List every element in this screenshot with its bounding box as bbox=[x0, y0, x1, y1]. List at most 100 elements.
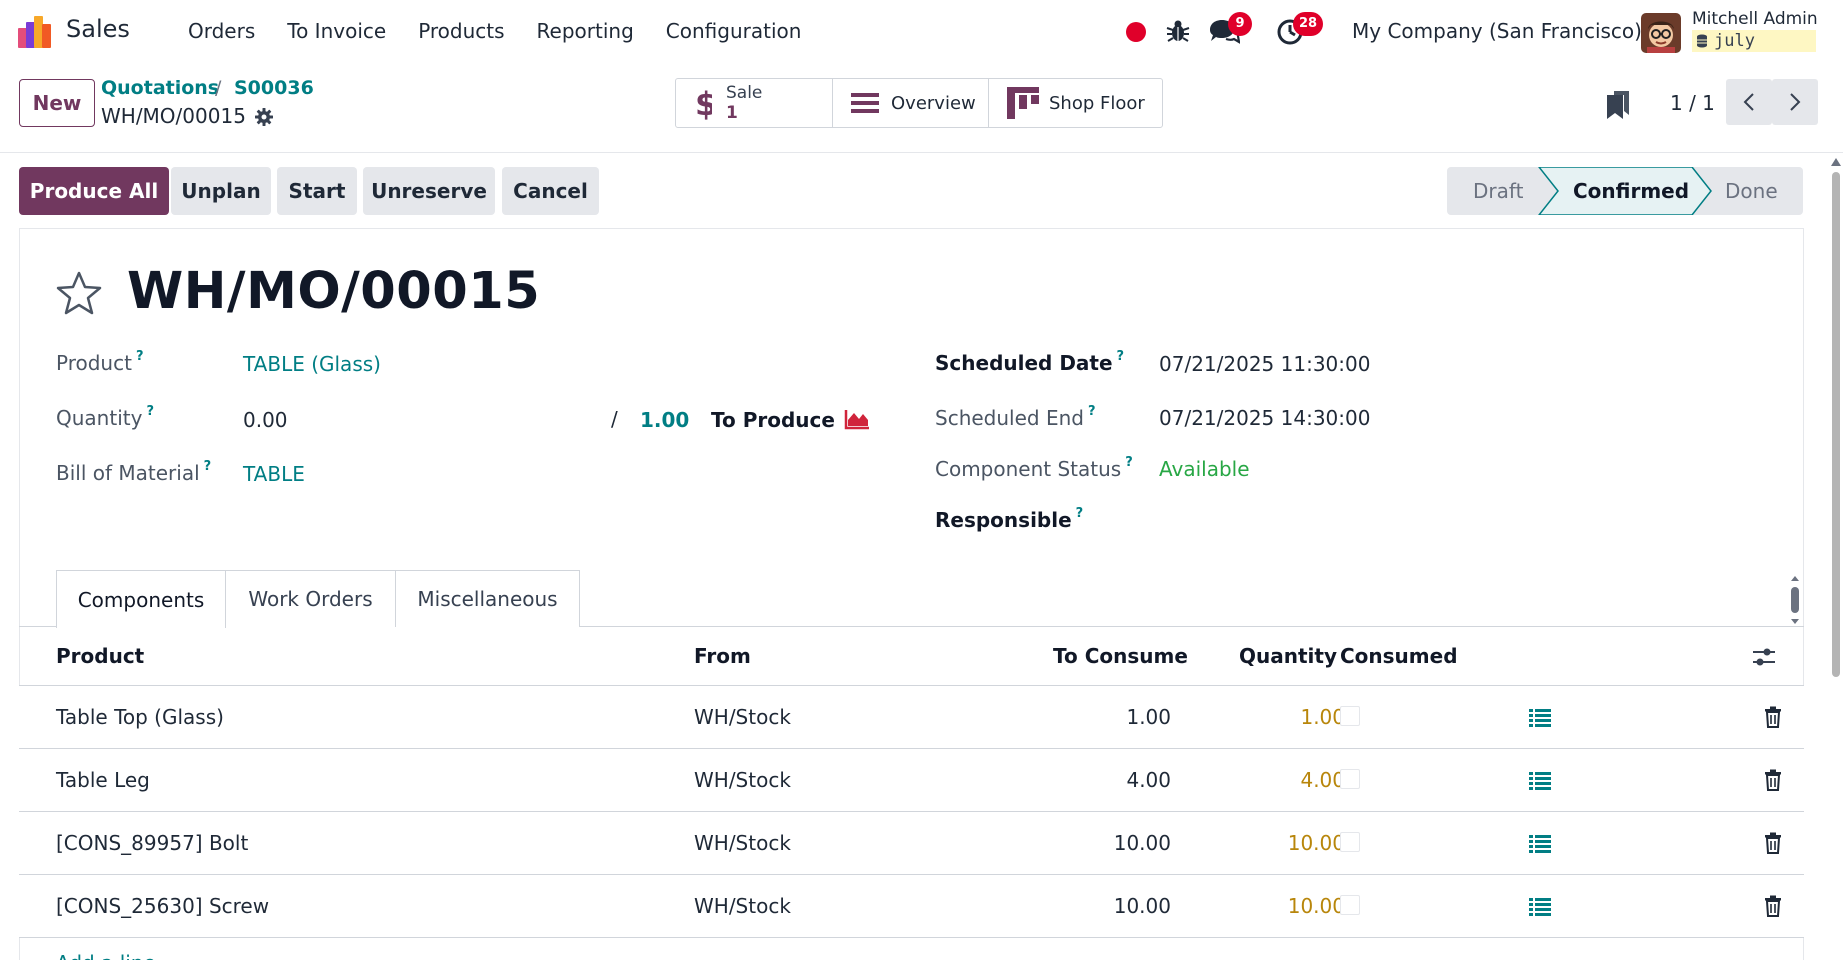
row-consumed-checkbox[interactable] bbox=[1340, 895, 1360, 915]
col-quantity[interactable]: Quantity bbox=[1239, 644, 1337, 668]
pager-value[interactable]: 1 / 1 bbox=[1670, 91, 1715, 115]
bom-field[interactable]: TABLE bbox=[243, 462, 305, 486]
start-button[interactable]: Start bbox=[277, 167, 357, 215]
user-name[interactable]: Mitchell Admin bbox=[1692, 9, 1818, 29]
tab-work-orders[interactable]: Work Orders bbox=[226, 570, 396, 627]
row-consumed-checkbox[interactable] bbox=[1340, 832, 1360, 852]
detailed-operations-icon[interactable] bbox=[1529, 835, 1551, 853]
gear-icon[interactable] bbox=[254, 107, 274, 127]
row-consumed-checkbox[interactable] bbox=[1340, 769, 1360, 789]
delete-trash-icon[interactable] bbox=[1764, 832, 1782, 854]
row-to-consume[interactable]: 10.00 bbox=[1114, 831, 1171, 855]
menu-reporting[interactable]: Reporting bbox=[537, 19, 634, 43]
help-tooltip-icon[interactable]: ? bbox=[136, 349, 144, 364]
quantity-label: Quantity? bbox=[56, 404, 154, 430]
table-row[interactable]: Table Top (Glass) WH/Stock 1.00 1.00 bbox=[19, 686, 1804, 749]
cancel-button[interactable]: Cancel bbox=[502, 167, 599, 215]
unreserve-button[interactable]: Unreserve bbox=[363, 167, 495, 215]
row-from[interactable]: WH/Stock bbox=[694, 705, 791, 729]
table-row[interactable]: [CONS_89957] Bolt WH/Stock 10.00 10.00 bbox=[19, 812, 1804, 875]
help-tooltip-icon[interactable]: ? bbox=[1088, 404, 1096, 419]
row-product[interactable]: Table Leg bbox=[56, 768, 150, 792]
pager-next-button[interactable] bbox=[1772, 79, 1818, 125]
pager-previous-button[interactable] bbox=[1726, 79, 1772, 125]
detailed-operations-icon[interactable] bbox=[1529, 898, 1551, 916]
row-from[interactable]: WH/Stock bbox=[694, 894, 791, 918]
help-tooltip-icon[interactable]: ? bbox=[146, 404, 154, 419]
scheduled-date-field[interactable]: 07/21/2025 11:30:00 bbox=[1159, 352, 1370, 376]
row-from[interactable]: WH/Stock bbox=[694, 831, 791, 855]
row-product[interactable]: [CONS_25630] Screw bbox=[56, 894, 269, 918]
user-avatar[interactable] bbox=[1641, 13, 1681, 53]
col-consumed[interactable]: Consumed bbox=[1340, 644, 1458, 668]
recording-indicator-icon[interactable] bbox=[1126, 22, 1146, 42]
tabs-scrollbar[interactable] bbox=[1788, 575, 1802, 625]
delete-trash-icon[interactable] bbox=[1764, 706, 1782, 728]
database-name: july bbox=[1714, 31, 1755, 51]
breadcrumb-quotations[interactable]: Quotations bbox=[101, 77, 219, 99]
company-switcher[interactable]: My Company (San Francisco) bbox=[1352, 19, 1642, 43]
area-chart-icon[interactable] bbox=[844, 408, 870, 430]
scheduled-end-label: Scheduled End? bbox=[935, 404, 1096, 430]
optional-columns-icon[interactable] bbox=[1752, 646, 1776, 668]
menu-products[interactable]: Products bbox=[418, 19, 504, 43]
table-row[interactable]: Table Leg WH/Stock 4.00 4.00 bbox=[19, 749, 1804, 812]
unplan-button[interactable]: Unplan bbox=[171, 167, 271, 215]
col-to-consume[interactable]: To Consume bbox=[1053, 644, 1188, 668]
col-product[interactable]: Product bbox=[56, 644, 144, 668]
row-quantity[interactable]: 1.00 bbox=[1300, 705, 1345, 729]
app-name[interactable]: Sales bbox=[66, 15, 130, 43]
help-tooltip-icon[interactable]: ? bbox=[1125, 455, 1133, 470]
row-quantity[interactable]: 4.00 bbox=[1300, 768, 1345, 792]
menu-configuration[interactable]: Configuration bbox=[666, 19, 802, 43]
status-confirmed[interactable]: Confirmed bbox=[1573, 167, 1689, 215]
help-tooltip-icon[interactable]: ? bbox=[1076, 506, 1084, 521]
menu-to-invoice[interactable]: To Invoice bbox=[287, 19, 386, 43]
component-status-label: Component Status? bbox=[935, 455, 1133, 481]
row-consumed-checkbox[interactable] bbox=[1340, 706, 1360, 726]
row-to-consume[interactable]: 1.00 bbox=[1126, 705, 1171, 729]
messages-count-badge: 9 bbox=[1228, 12, 1252, 36]
new-button[interactable]: New bbox=[19, 79, 95, 127]
status-draft[interactable]: Draft bbox=[1473, 167, 1523, 215]
tab-miscellaneous[interactable]: Miscellaneous bbox=[396, 570, 580, 627]
col-from[interactable]: From bbox=[694, 644, 751, 668]
row-quantity[interactable]: 10.00 bbox=[1288, 831, 1345, 855]
favorite-star-icon[interactable] bbox=[56, 270, 102, 316]
table-row[interactable]: [CONS_25630] Screw WH/Stock 10.00 10.00 bbox=[19, 875, 1804, 938]
menu-orders[interactable]: Orders bbox=[188, 19, 255, 43]
database-name-chip: july bbox=[1692, 30, 1816, 52]
bookmark-icon[interactable] bbox=[1607, 91, 1629, 119]
row-quantity[interactable]: 10.00 bbox=[1288, 894, 1345, 918]
debug-bug-icon[interactable] bbox=[1165, 18, 1191, 44]
help-tooltip-icon[interactable]: ? bbox=[1117, 349, 1125, 364]
help-tooltip-icon[interactable]: ? bbox=[204, 459, 212, 474]
row-from[interactable]: WH/Stock bbox=[694, 768, 791, 792]
tab-components[interactable]: Components bbox=[56, 570, 226, 628]
scroll-up-arrow-icon[interactable] bbox=[1830, 157, 1842, 167]
scheduled-end-field[interactable]: 07/21/2025 14:30:00 bbox=[1159, 406, 1370, 430]
breadcrumb-sale-order[interactable]: S00036 bbox=[234, 77, 314, 99]
sales-app-icon[interactable] bbox=[18, 14, 52, 48]
row-product[interactable]: [CONS_89957] Bolt bbox=[56, 831, 248, 855]
status-done[interactable]: Done bbox=[1725, 167, 1778, 215]
add-line-link[interactable]: Add a line bbox=[56, 951, 156, 960]
delete-trash-icon[interactable] bbox=[1764, 769, 1782, 791]
detailed-operations-icon[interactable] bbox=[1529, 709, 1551, 727]
row-product[interactable]: Table Top (Glass) bbox=[56, 705, 224, 729]
svg-text:$: $ bbox=[695, 86, 712, 120]
page-scrollbar-thumb[interactable] bbox=[1832, 172, 1840, 677]
shop-floor-smart-button[interactable]: Shop Floor bbox=[989, 79, 1162, 127]
product-field[interactable]: TABLE (Glass) bbox=[243, 352, 381, 376]
row-to-consume[interactable]: 4.00 bbox=[1126, 768, 1171, 792]
produce-all-button[interactable]: Produce All bbox=[19, 167, 169, 215]
row-to-consume[interactable]: 10.00 bbox=[1114, 894, 1171, 918]
sale-smart-button[interactable]: $ Sale 1 bbox=[676, 79, 833, 127]
quantity-to-produce-field[interactable]: 1.00 bbox=[640, 408, 689, 432]
record-title[interactable]: WH/MO/00015 bbox=[127, 262, 540, 321]
detailed-operations-icon[interactable] bbox=[1529, 772, 1551, 790]
delete-trash-icon[interactable] bbox=[1764, 895, 1782, 917]
smart-buttons: $ Sale 1 Overview Shop Floor bbox=[675, 78, 1163, 128]
overview-smart-button[interactable]: Overview bbox=[833, 79, 989, 127]
quantity-field[interactable]: 0.00 bbox=[243, 408, 288, 432]
